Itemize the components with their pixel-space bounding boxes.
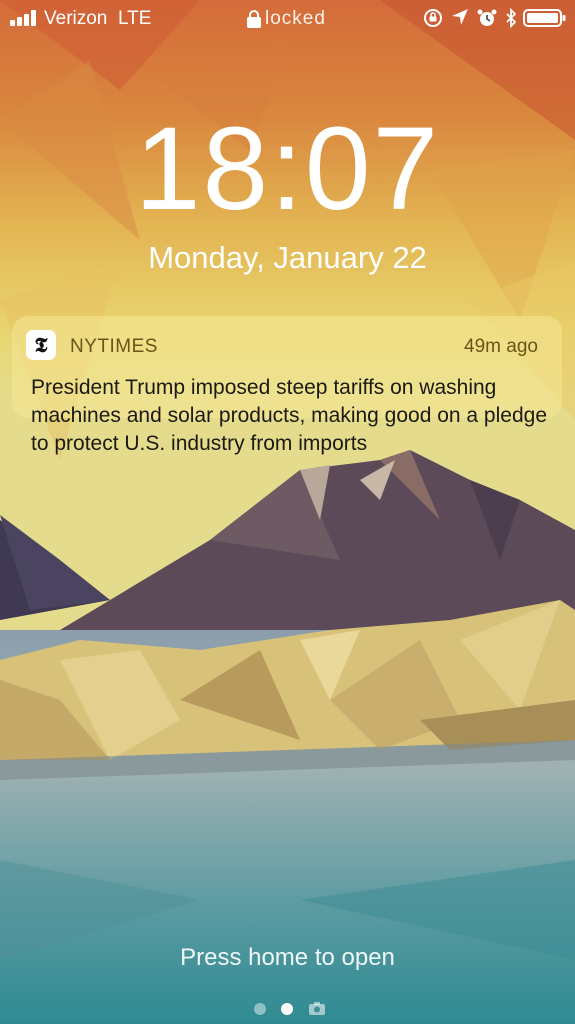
lock-icon <box>247 10 261 28</box>
page-dot <box>254 1003 266 1015</box>
notification-app-name: NYTIMES <box>70 336 158 357</box>
notification-time: 49m ago <box>464 336 538 357</box>
notification-header: 𝕿 NYTIMES 49m ago <box>26 330 548 362</box>
notification-message[interactable]: President Trump imposed steep tariffs on… <box>31 374 556 458</box>
carrier-label: Verizon LTE <box>44 8 151 30</box>
lock-label: locked <box>265 8 326 29</box>
camera-icon[interactable] <box>308 1001 326 1016</box>
signal-icon <box>10 10 38 26</box>
carrier-name: Verizon <box>44 8 108 29</box>
status-icons <box>407 6 567 30</box>
bluetooth-icon <box>506 8 517 28</box>
battery-icon <box>523 9 566 27</box>
page-dot-active <box>281 1003 293 1015</box>
orientation-lock-icon <box>424 9 442 27</box>
network-type: LTE <box>117 8 152 29</box>
status-bar: Verizon LTE locked <box>0 0 575 38</box>
lockscreen-time: 18:07 <box>134 103 441 235</box>
nytimes-icon: 𝕿 <box>26 330 56 360</box>
press-home-hint: Press home to open <box>180 944 395 971</box>
alarm-icon <box>477 9 497 26</box>
lockscreen-date: Monday, January 22 <box>148 240 427 275</box>
location-icon <box>452 9 468 25</box>
page-indicator <box>254 1000 334 1018</box>
